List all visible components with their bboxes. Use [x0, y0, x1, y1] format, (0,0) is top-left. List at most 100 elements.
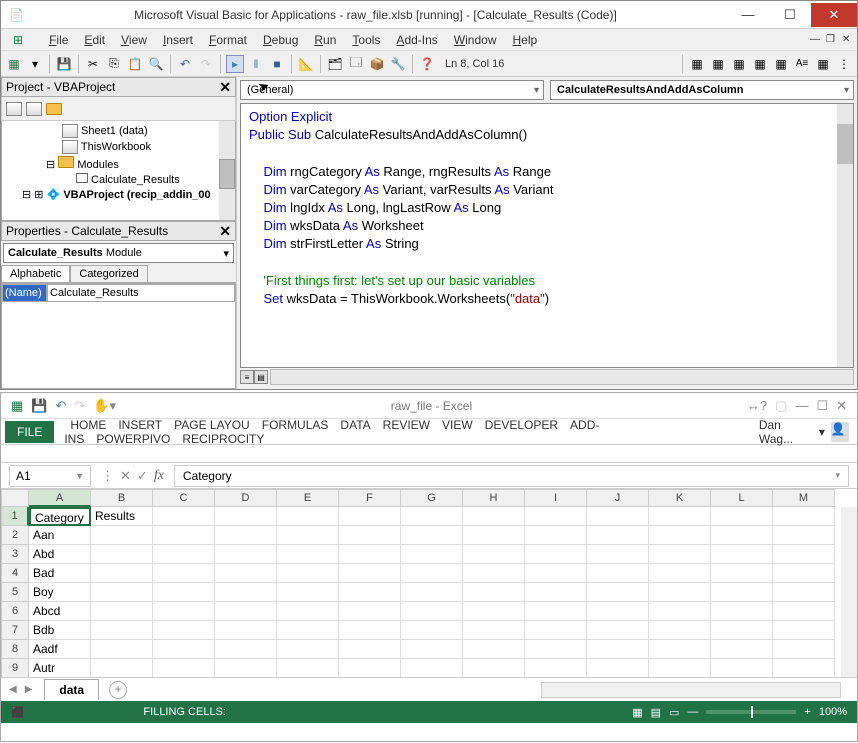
save-icon[interactable]: 💾	[55, 55, 73, 73]
cell[interactable]	[649, 583, 711, 602]
col-header[interactable]: K	[649, 489, 711, 507]
col-header[interactable]: D	[215, 489, 277, 507]
cell[interactable]	[463, 621, 525, 640]
cell[interactable]	[277, 583, 339, 602]
maximize-button[interactable]: ☐	[769, 3, 811, 27]
cell[interactable]	[463, 659, 525, 677]
tree-item[interactable]: ⊟ Modules	[2, 155, 235, 172]
cell[interactable]	[401, 545, 463, 564]
ribbon-tab-data[interactable]: DATA	[334, 414, 376, 436]
cell[interactable]: Bdb	[29, 621, 91, 640]
cell[interactable]	[525, 526, 587, 545]
cell[interactable]	[773, 545, 835, 564]
enter-formula-icon[interactable]: ✓	[137, 468, 148, 484]
cell[interactable]	[587, 583, 649, 602]
cell[interactable]	[277, 564, 339, 583]
qat-redo-icon[interactable]: ↷	[74, 398, 85, 414]
col-header[interactable]: B	[91, 489, 153, 507]
cell[interactable]	[649, 621, 711, 640]
menu-run[interactable]: Run	[306, 31, 344, 49]
full-module-view-icon[interactable]: ▤	[254, 370, 268, 384]
ribbon-tab-powerpivo[interactable]: POWERPIVO	[90, 428, 176, 450]
cell[interactable]	[773, 621, 835, 640]
cell[interactable]	[649, 640, 711, 659]
row-header[interactable]: 2	[1, 526, 29, 545]
cell[interactable]	[587, 602, 649, 621]
cell[interactable]	[401, 602, 463, 621]
cell[interactable]	[525, 659, 587, 677]
cell[interactable]	[401, 564, 463, 583]
cell[interactable]	[525, 602, 587, 621]
cell[interactable]	[91, 583, 153, 602]
mdi-close[interactable]: ✕	[839, 34, 853, 45]
excel-icon[interactable]: ⊞	[5, 31, 31, 49]
row-header[interactable]: 5	[1, 583, 29, 602]
procedure-combo[interactable]: CalculateResultsAndAddAsColumn	[550, 80, 854, 100]
formula-input[interactable]: Category▾	[174, 465, 849, 487]
cell[interactable]	[773, 659, 835, 677]
tb-extra-2[interactable]: ▦	[709, 55, 727, 73]
view-object-icon[interactable]	[26, 102, 42, 116]
cell[interactable]: Boy	[29, 583, 91, 602]
cell[interactable]	[153, 602, 215, 621]
cell[interactable]	[711, 526, 773, 545]
excel-close[interactable]: ✕	[836, 398, 847, 414]
cell[interactable]	[91, 659, 153, 677]
cell[interactable]	[401, 526, 463, 545]
view-layout-icon[interactable]: ▤	[651, 706, 661, 719]
cell[interactable]	[525, 621, 587, 640]
cell[interactable]	[773, 507, 835, 526]
tb-extra-6[interactable]: A≡	[793, 55, 811, 73]
cell[interactable]	[153, 640, 215, 659]
sheet-hscrollbar[interactable]	[541, 682, 841, 698]
view-code-icon[interactable]	[6, 102, 22, 116]
project-explorer-icon[interactable]: 🗂	[326, 55, 344, 73]
cell[interactable]	[587, 526, 649, 545]
tb-extra-8[interactable]: ⋮	[835, 55, 853, 73]
col-header[interactable]: F	[339, 489, 401, 507]
tb-extra-7[interactable]: ▦	[814, 55, 832, 73]
props-close-icon[interactable]: ✕	[219, 223, 231, 240]
cell[interactable]	[649, 659, 711, 677]
cell[interactable]	[525, 640, 587, 659]
col-header[interactable]: A	[29, 489, 91, 507]
excel-maximize[interactable]: ☐	[816, 398, 828, 414]
cell[interactable]	[711, 583, 773, 602]
name-box[interactable]: A1▼	[9, 465, 91, 487]
mdi-restore[interactable]: ❐	[823, 34, 837, 45]
cell[interactable]	[215, 621, 277, 640]
menu-add-ins[interactable]: Add-Ins	[388, 31, 445, 49]
properties-icon[interactable]: 🗔	[347, 55, 365, 73]
cell[interactable]: Category	[29, 507, 91, 526]
cell[interactable]	[587, 640, 649, 659]
undo-icon[interactable]: ↶	[176, 55, 194, 73]
cell[interactable]	[153, 545, 215, 564]
cell[interactable]: Aan	[29, 526, 91, 545]
cell[interactable]	[91, 640, 153, 659]
col-header[interactable]: G	[401, 489, 463, 507]
menu-window[interactable]: Window	[446, 31, 505, 49]
menu-file[interactable]: File	[41, 31, 76, 49]
qat-save-icon[interactable]: 💾	[31, 398, 47, 414]
cell[interactable]	[711, 507, 773, 526]
row-header[interactable]: 4	[1, 564, 29, 583]
cell[interactable]	[277, 602, 339, 621]
cell[interactable]	[215, 640, 277, 659]
cell[interactable]	[339, 621, 401, 640]
tree-item[interactable]: Calculate_Results	[2, 172, 235, 187]
menu-format[interactable]: Format	[201, 31, 255, 49]
ribbon-tab-review[interactable]: REVIEW	[377, 414, 436, 436]
cell[interactable]	[463, 564, 525, 583]
paste-icon[interactable]: 📋	[126, 55, 144, 73]
tb-extra-5[interactable]: ▦	[772, 55, 790, 73]
cell[interactable]	[711, 659, 773, 677]
cell[interactable]	[587, 621, 649, 640]
code-vscrollbar[interactable]	[837, 104, 853, 367]
cell[interactable]	[711, 602, 773, 621]
object-combo[interactable]: (General)	[240, 80, 544, 100]
cell[interactable]	[339, 507, 401, 526]
cancel-formula-icon[interactable]: ✕	[120, 468, 131, 484]
cell[interactable]	[463, 545, 525, 564]
cell[interactable]	[711, 564, 773, 583]
qat-undo-icon[interactable]: ↶	[55, 398, 66, 414]
